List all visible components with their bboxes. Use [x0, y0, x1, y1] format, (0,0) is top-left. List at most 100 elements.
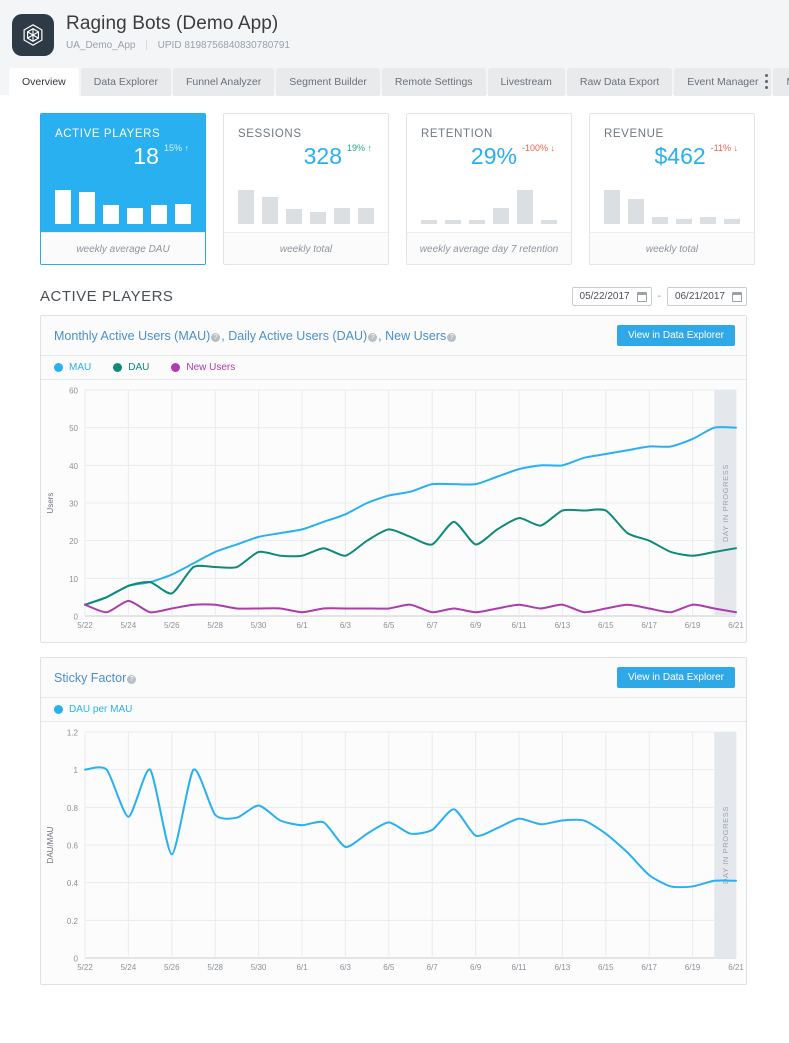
app-subtitle: UA_Demo_App | UPID 8198756840830780791: [66, 40, 290, 52]
tab-more[interactable]: More⌄: [773, 68, 789, 96]
y-axis-title: Users: [46, 493, 55, 514]
sparkline-bar: [175, 204, 191, 224]
kpi-sparkline: [238, 186, 374, 224]
tab-data-explorer[interactable]: Data Explorer: [80, 68, 171, 96]
x-axis-tick-label: 6/21: [728, 963, 744, 972]
legend-item-dau-per-mau[interactable]: DAU per MAU: [54, 704, 132, 715]
x-axis-tick-label: 5/28: [207, 621, 223, 630]
x-axis-tick-label: 6/5: [383, 963, 395, 972]
day-in-progress-label: DAY IN PROGRESS: [721, 464, 730, 542]
tab-label: Data Explorer: [93, 76, 158, 88]
dashboard-body: ACTIVE PLAYERS 18 15% ↑ weekly average DAU S…: [0, 95, 789, 1043]
x-axis-tick-label: 6/7: [427, 963, 439, 972]
sparkline-bar: [517, 190, 533, 224]
kpi-card-body: ACTIVE PLAYERS 18 15% ↑: [41, 114, 205, 232]
help-icon[interactable]: ?: [127, 674, 137, 684]
y-axis-tick-label: 50: [69, 424, 78, 433]
y-axis-tick-label: 0.6: [67, 842, 79, 851]
view-in-data-explorer-button[interactable]: View in Data Explorer: [617, 325, 735, 346]
unity-logo-icon: [12, 14, 54, 56]
section-title: ACTIVE PLAYERS: [40, 288, 174, 305]
y-axis-tick-label: 10: [69, 575, 78, 584]
calendar-icon: [636, 291, 647, 302]
sparkline-bar: [493, 208, 509, 224]
sparkline-bar: [286, 209, 302, 224]
date-range-picker: 05/22/2017 - 06/21/2017: [571, 287, 747, 306]
kebab-menu-icon[interactable]: [757, 71, 775, 91]
date-end-value: 06/21/2017: [674, 291, 725, 302]
tab-raw-data-export[interactable]: Raw Data Export: [566, 68, 673, 96]
tab-label: Funnel Analyzer: [185, 76, 262, 88]
active-users-plot: 0 10 20 30 40 50 60 5/22 5/24 5/26 5/28 5/30 6/1 6/3 6…: [41, 380, 746, 642]
x-axis-tick-label: 6/5: [383, 621, 395, 630]
x-axis-tick-label: 5/26: [164, 621, 180, 630]
legend-item-dau[interactable]: DAU: [113, 362, 149, 373]
kpi-footer-caption: weekly total: [590, 232, 754, 264]
legend-label: New Users: [186, 362, 236, 373]
date-end-input[interactable]: 06/21/2017: [666, 287, 747, 306]
x-axis-tick-label: 6/15: [598, 963, 614, 972]
panel-title[interactable]: Monthly Active Users (MAU)?, Daily Activ…: [54, 329, 457, 343]
y-axis-tick-label: 60: [69, 387, 78, 396]
kpi-card-body: SESSIONS 328 19% ↑: [224, 114, 388, 232]
kpi-card-active-players[interactable]: ACTIVE PLAYERS 18 15% ↑ weekly average DAU: [40, 113, 206, 265]
tab-livestream[interactable]: Livestream: [487, 68, 565, 96]
panel-title[interactable]: Sticky Factor?: [54, 671, 137, 685]
legend-item-mau[interactable]: MAU: [54, 362, 91, 373]
kpi-value: 18: [133, 143, 159, 169]
tab-remote-settings[interactable]: Remote Settings: [381, 68, 486, 96]
legend-color-dot: [54, 363, 63, 372]
kpi-value: 29%: [470, 143, 517, 169]
tab-segment-builder[interactable]: Segment Builder: [276, 68, 380, 96]
kpi-sparkline: [55, 186, 191, 224]
tab-label: Remote Settings: [394, 76, 473, 88]
app-header: Raging Bots (Demo App) UA_Demo_App | UPI…: [0, 0, 789, 96]
active-players-section-header: ACTIVE PLAYERS 05/22/2017 - 06/21/2017: [0, 265, 789, 306]
y-axis-tick-label: 0.4: [67, 879, 79, 888]
kpi-value-row: $462 -11% ↓: [604, 141, 740, 171]
kpi-card-retention[interactable]: RETENTION 29% -100% ↓ weekly average day 7 …: [406, 113, 572, 265]
tab-funnel-analyzer[interactable]: Funnel Analyzer: [172, 68, 275, 96]
sparkline-bar: [604, 190, 620, 224]
kpi-delta-badge: 19% ↑: [346, 143, 372, 153]
kpi-card-row: ACTIVE PLAYERS 18 15% ↑ weekly average DAU S…: [0, 95, 789, 265]
sparkline-bar: [103, 205, 119, 224]
sparkline-bar: [421, 220, 437, 224]
panel-title-part: Monthly Active Users (MAU): [54, 328, 211, 343]
kpi-card-revenue[interactable]: REVENUE $462 -11% ↓ weekly total: [589, 113, 755, 265]
kpi-sparkline: [421, 186, 557, 224]
kpi-card-sessions[interactable]: SESSIONS 328 19% ↑ weekly total: [223, 113, 389, 265]
panel-title-part: Sticky Factor: [54, 670, 127, 685]
primary-tabs: Overview Data Explorer Funnel Analyzer Segm…: [0, 66, 789, 96]
x-axis-tick-label: 6/21: [728, 621, 744, 630]
legend-label: DAU: [128, 362, 150, 373]
help-icon[interactable]: ?: [368, 332, 378, 342]
help-icon[interactable]: ?: [447, 332, 457, 342]
x-axis-tick-label: 5/26: [164, 963, 180, 972]
x-axis-tick-label: 6/13: [555, 963, 571, 972]
x-axis-tick-label: 5/30: [251, 621, 267, 630]
sparkline-bar: [310, 212, 326, 224]
sparkline-bar: [79, 192, 95, 224]
sparkline-bar: [334, 208, 350, 224]
help-icon[interactable]: ?: [211, 332, 221, 342]
date-start-input[interactable]: 05/22/2017: [571, 287, 652, 306]
x-axis-tick-label: 6/9: [470, 963, 482, 972]
x-axis-tick-label: 6/1: [296, 963, 308, 972]
chart-legend: DAU per MAU: [41, 698, 746, 722]
kebab-dot: [764, 73, 768, 77]
legend-color-dot: [171, 363, 181, 372]
legend-item-new-users[interactable]: New Users: [171, 362, 235, 373]
y-axis-tick-label: 1.2: [67, 729, 79, 738]
tab-overview[interactable]: Overview: [9, 68, 79, 96]
sparkline-bar: [541, 220, 557, 224]
kpi-footer-caption: weekly average day 7 retention: [407, 232, 571, 264]
kpi-delta-badge: -100% ↓: [521, 143, 555, 153]
kebab-dot: [764, 85, 768, 89]
kpi-card-body: RETENTION 29% -100% ↓: [407, 114, 571, 232]
view-in-data-explorer-button[interactable]: View in Data Explorer: [617, 667, 735, 688]
y-axis-tick-label: 1: [74, 766, 79, 775]
sparkline-bar: [445, 220, 461, 224]
kpi-value: $462: [654, 143, 706, 169]
kpi-value-row: 18 15% ↑: [55, 141, 191, 171]
